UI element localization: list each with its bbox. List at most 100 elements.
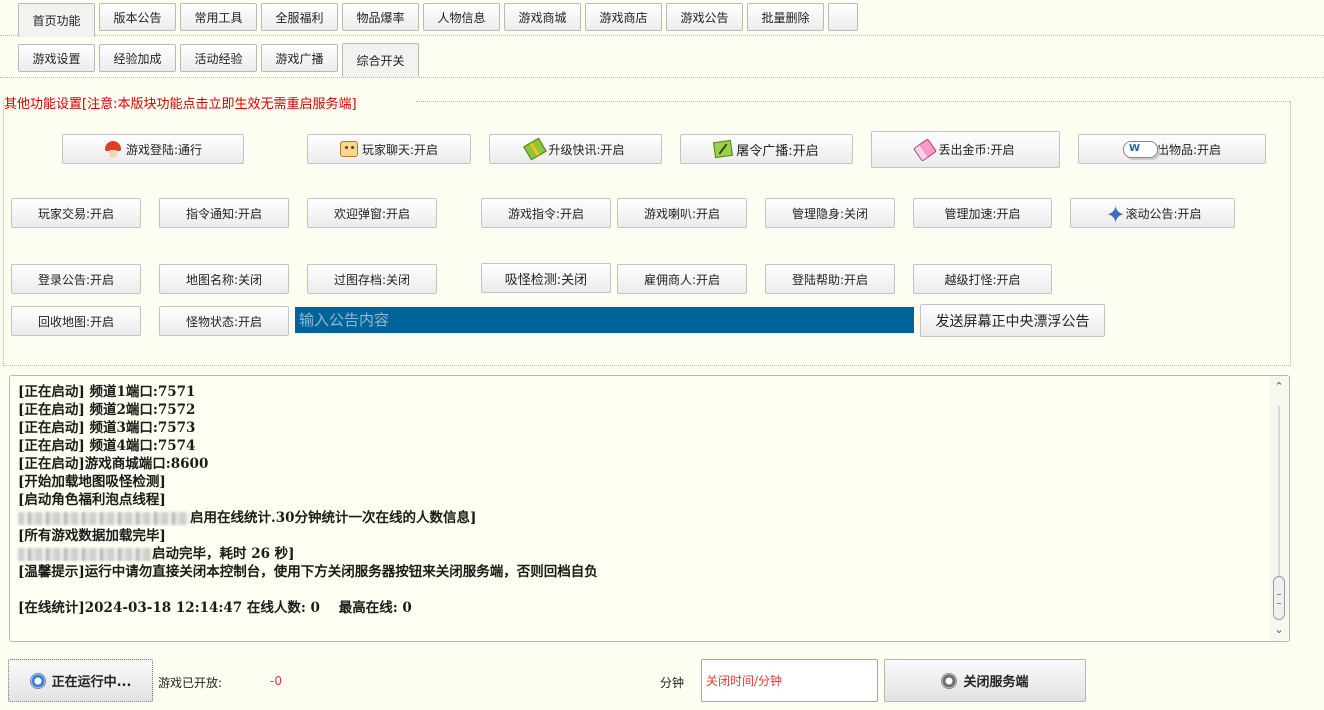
game-horn-button[interactable]: 游戏喇叭:开启	[617, 198, 747, 228]
map-save-button[interactable]: 过图存档:关闭	[307, 264, 437, 294]
tab-general-switches[interactable]: 综合开关	[342, 43, 419, 77]
welcome-popup-label: 欢迎弹窗:开启	[333, 206, 411, 221]
send-float-notice-label: 发送屏幕正中央漂浮公告	[935, 313, 1090, 330]
game-horn-label: 游戏喇叭:开启	[643, 206, 721, 221]
cloud-w-icon	[1122, 141, 1158, 158]
drop-gold-label: 丢出金币:开启	[938, 143, 1015, 157]
stop-server-button[interactable]: 关闭服务端	[884, 659, 1086, 702]
log-line: [温馨提示]运行中请勿直接关闭本控制台，使用下方关闭服务器按钮来关闭服务端，否则…	[18, 564, 598, 580]
stop-server-label: 关闭服务端	[963, 675, 1029, 690]
admin-hide-button[interactable]: 管理隐身:关闭	[765, 198, 895, 228]
player-trade-button[interactable]: 玩家交易:开启	[11, 198, 141, 228]
tab-character-info[interactable]: 人物信息	[423, 3, 500, 31]
map-save-label: 过图存档:关闭	[333, 272, 411, 287]
kill-broadcast-label: 屠令广播:开启	[736, 143, 819, 159]
recycle-map-button[interactable]: 回收地图:开启	[11, 306, 141, 336]
tab-version-notice[interactable]: 版本公告	[99, 3, 176, 31]
recycle-map-label: 回收地图:开启	[37, 314, 115, 329]
tab-common-tools[interactable]: 常用工具	[180, 3, 257, 31]
star-icon	[1103, 201, 1125, 229]
kill-broadcast-button[interactable]: 屠令广播:开启	[680, 134, 853, 164]
game-cmd-label: 游戏指令:开启	[507, 206, 585, 221]
drop-item-button[interactable]: 丢出物品:开启	[1078, 134, 1266, 164]
tab-game-settings[interactable]: 游戏设置	[18, 44, 95, 72]
redacted-text	[18, 512, 190, 525]
scroll-notice-button[interactable]: 滚动公告:开启	[1070, 198, 1235, 229]
admin-speed-button[interactable]: 管理加速:开启	[913, 198, 1052, 228]
group-title: 其他功能设置[注意:本版块功能点击立即生效无需重启服务端]	[4, 97, 357, 112]
note-icon	[713, 139, 734, 159]
admin-speed-label: 管理加速:开启	[944, 206, 1021, 221]
monster-pull-label: 吸怪检测:关闭	[504, 272, 588, 288]
eraser-icon	[913, 137, 938, 162]
chevron-up-icon[interactable]: ⌃	[1273, 381, 1285, 393]
tab-game-broadcast[interactable]: 游戏广播	[261, 44, 338, 72]
admin-hide-label: 管理隐身:关闭	[791, 206, 869, 221]
chat-face-icon	[339, 141, 358, 157]
map-name-label: 地图名称:关闭	[185, 272, 263, 287]
power-icon	[941, 672, 958, 689]
tab-event-exp[interactable]: 活动经验	[180, 44, 257, 72]
log-line: [在线统计]2024-03-18 12:14:47 在线人数: 0 最高在线: …	[18, 600, 412, 616]
minutes-label: 分钟	[660, 676, 685, 690]
log-line: [启动角色福利泡点线程]	[18, 492, 166, 508]
login-help-label: 登陆帮助:开启	[791, 272, 869, 287]
tab-game-shop[interactable]: 游戏商店	[585, 3, 662, 31]
log-lines: [正在启动] 频道1端口:7571 [正在启动] 频道2端口:7572 [正在启…	[18, 383, 1269, 617]
log-line: [正在启动] 频道1端口:7571	[18, 384, 196, 400]
log-line: [开始加载地图吸怪检测]	[18, 474, 166, 490]
player-chat-button[interactable]: 玩家聊天:开启	[307, 134, 471, 164]
running-status-label: 正在运行中...	[51, 675, 132, 690]
cmd-notice-label: 指令通知:开启	[185, 206, 263, 221]
log-line-text: 启用在线统计.30分钟统计一次在线的人数信息]	[190, 510, 477, 526]
monster-state-label: 怪物状态:开启	[185, 314, 263, 329]
overlevel-hit-button[interactable]: 越级打怪:开启	[913, 264, 1052, 294]
levelup-news-button[interactable]: 升级快讯:开启	[489, 134, 662, 164]
login-notice-button[interactable]: 登录公告:开启	[11, 264, 141, 294]
scroll-notice-label: 滚动公告:开启	[1125, 206, 1202, 221]
tab-exp-bonus[interactable]: 经验加成	[99, 44, 176, 72]
server-log[interactable]: [正在启动] 频道1端口:7571 [正在启动] 频道2端口:7572 [正在启…	[9, 375, 1290, 642]
overlevel-hit-label: 越级打怪:开启	[944, 272, 1021, 287]
send-float-notice-button[interactable]: 发送屏幕正中央漂浮公告	[920, 304, 1105, 337]
login-notice-label: 登录公告:开启	[37, 272, 115, 287]
power-icon	[29, 672, 46, 689]
mushroom-icon	[104, 141, 122, 157]
monster-state-button[interactable]: 怪物状态:开启	[159, 306, 289, 336]
scrollbar-track	[1278, 406, 1280, 576]
cmd-notice-button[interactable]: 指令通知:开启	[159, 198, 289, 228]
gift-icon	[523, 137, 548, 161]
game-login-button[interactable]: 游戏登陆:通行	[62, 134, 244, 164]
open-duration-label: 游戏已开放:	[158, 676, 223, 690]
login-help-button[interactable]: 登陆帮助:开启	[765, 264, 895, 294]
tab-home[interactable]: 首页功能	[18, 3, 95, 37]
scrollbar-thumb[interactable]	[1273, 576, 1285, 620]
log-scrollbar[interactable]: ⌃ ⌄	[1270, 376, 1289, 641]
sub-tabbar: 游戏设置 经验加成 活动经验 游戏广播 综合开关	[0, 40, 1324, 78]
running-status-button[interactable]: 正在运行中...	[8, 659, 153, 702]
tab-batch-delete[interactable]: 批量删除	[747, 3, 824, 31]
hire-merchant-button[interactable]: 雇佣商人:开启	[617, 264, 747, 294]
log-line: 启动完毕，耗时 26 秒]	[18, 545, 1269, 563]
main-tabbar: 首页功能 版本公告 常用工具 全服福利 物品爆率 人物信息 游戏商城 游戏商店 …	[0, 0, 1324, 37]
tab-game-notice[interactable]: 游戏公告	[666, 3, 743, 31]
tab-more[interactable]	[828, 3, 858, 31]
map-name-button[interactable]: 地图名称:关闭	[159, 264, 289, 294]
shutdown-time-input[interactable]	[701, 659, 878, 702]
log-line: [正在启动] 频道4端口:7574	[18, 438, 196, 454]
levelup-news-label: 升级快讯:开启	[548, 142, 625, 157]
notice-input[interactable]	[295, 307, 914, 333]
log-line: [正在启动] 频道3端口:7573	[18, 420, 196, 436]
welcome-popup-button[interactable]: 欢迎弹窗:开启	[307, 198, 437, 228]
tab-server-welfare[interactable]: 全服福利	[261, 3, 338, 31]
log-line: [正在启动]游戏商城端口:8600	[18, 456, 209, 472]
tab-drop-rate[interactable]: 物品爆率	[342, 3, 419, 31]
chevron-down-icon[interactable]: ⌄	[1273, 624, 1285, 636]
redacted-text	[18, 548, 152, 561]
monster-pull-button[interactable]: 吸怪检测:关闭	[481, 263, 611, 293]
game-cmd-button[interactable]: 游戏指令:开启	[481, 198, 611, 228]
log-line: [所有游戏数据加载完毕]	[18, 528, 166, 544]
drop-gold-button[interactable]: 丢出金币:开启	[871, 131, 1060, 168]
tab-game-mall[interactable]: 游戏商城	[504, 3, 581, 31]
